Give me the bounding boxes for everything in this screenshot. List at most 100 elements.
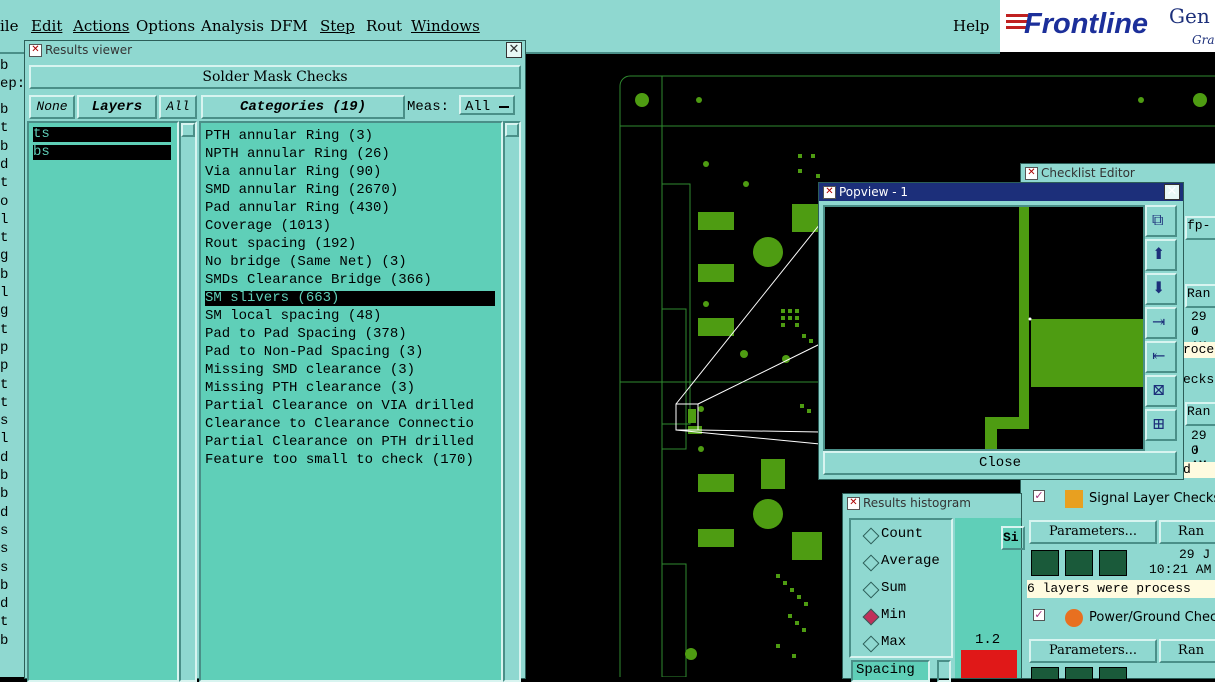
- popview-canvas[interactable]: [823, 205, 1145, 451]
- zoom-out-button[interactable]: ⊠: [1145, 375, 1177, 407]
- all-layers-button[interactable]: All: [159, 95, 197, 119]
- move-left-button[interactable]: ⇥: [1145, 307, 1177, 339]
- layer-list-item[interactable]: ts: [33, 127, 171, 142]
- popview-close-button[interactable]: Close: [823, 451, 1177, 475]
- parameters-button-1[interactable]: Parameters...: [1029, 520, 1157, 544]
- close-icon[interactable]: ✕: [1164, 184, 1180, 200]
- category-list-item[interactable]: PTH annular Ring (3): [205, 127, 373, 145]
- min-radio[interactable]: [862, 608, 880, 626]
- category-list-item[interactable]: Partial Clearance on PTH drilled: [205, 433, 474, 451]
- window-menu-icon[interactable]: ✕: [29, 44, 42, 57]
- menu-edit[interactable]: Edit: [31, 17, 62, 35]
- menu-analysis[interactable]: Analysis: [201, 17, 264, 35]
- checklist-fp-field[interactable]: fp-: [1185, 216, 1215, 240]
- histogram-bar[interactable]: [961, 650, 1017, 678]
- none-button[interactable]: None: [29, 95, 75, 119]
- scroll-up-icon[interactable]: [181, 123, 195, 137]
- histogram-tab[interactable]: Si: [1001, 526, 1025, 550]
- power-checks-checkbox[interactable]: ✓: [1033, 609, 1045, 621]
- action-run-icon[interactable]: [1031, 667, 1059, 679]
- menu-rout[interactable]: Rout: [366, 17, 402, 35]
- menu-file[interactable]: ile: [0, 17, 18, 35]
- meas-select[interactable]: All: [459, 95, 515, 115]
- action-run-icon[interactable]: [1031, 550, 1059, 576]
- category-list-item[interactable]: Feature too small to check (170): [205, 451, 474, 469]
- parameters-button-2[interactable]: Parameters...: [1029, 639, 1157, 663]
- category-list-item[interactable]: SMDs Clearance Bridge (366): [205, 271, 432, 289]
- action-run-all-icon[interactable]: [1065, 667, 1093, 679]
- solder-mask-checks-header[interactable]: Solder Mask Checks: [29, 65, 521, 89]
- zoom-fit-button[interactable]: ⧉: [1145, 205, 1177, 237]
- move-down-button[interactable]: ⬇: [1145, 273, 1177, 305]
- category-list-item[interactable]: Coverage (1013): [205, 217, 331, 235]
- popview-toolbar: ⧉ ⬆ ⬇ ⇥ ⇤ ⊠ ⊞: [1145, 205, 1177, 449]
- signal-layer-icon: [1065, 490, 1083, 508]
- menu-options[interactable]: Options: [136, 17, 195, 35]
- background-label: l: [0, 285, 9, 301]
- window-menu-icon[interactable]: ✕: [847, 497, 860, 510]
- layers-button[interactable]: Layers: [77, 95, 157, 119]
- move-right-button[interactable]: ⇤: [1145, 341, 1177, 373]
- run-button-4[interactable]: Ran: [1159, 639, 1215, 663]
- categories-button[interactable]: Categories (19): [201, 95, 405, 119]
- category-list-item[interactable]: SM local spacing (48): [205, 307, 381, 325]
- checklist-editor-titlebar[interactable]: ✕ Checklist Editor: [1021, 164, 1215, 182]
- category-list-item[interactable]: NPTH annular Ring (26): [205, 145, 390, 163]
- results-histogram-titlebar[interactable]: ✕ Results histogram: [843, 494, 1021, 512]
- category-list-item[interactable]: Pad to Non-Pad Spacing (3): [205, 343, 423, 361]
- category-list-item[interactable]: Missing PTH clearance (3): [205, 379, 415, 397]
- zoom-in-icon: ⊞: [1152, 414, 1166, 433]
- background-label: d: [0, 596, 9, 613]
- layers-scrollbar[interactable]: [179, 121, 197, 682]
- processed-status: 6 layers were process: [1027, 580, 1215, 598]
- category-list-item[interactable]: Pad annular Ring (430): [205, 199, 390, 217]
- run-button-3[interactable]: Ran: [1159, 520, 1215, 544]
- run-button-1[interactable]: Ran: [1185, 284, 1215, 308]
- categories-scrollbar[interactable]: [503, 121, 521, 682]
- menu-dfm[interactable]: DFM: [270, 17, 308, 35]
- menu-help[interactable]: Help: [953, 17, 989, 35]
- spacing-scrollbar[interactable]: [937, 660, 951, 682]
- spacing-field[interactable]: Spacing: [851, 660, 930, 682]
- category-list-item[interactable]: Missing SMD clearance (3): [205, 361, 415, 379]
- menu-step[interactable]: Step: [320, 17, 355, 35]
- run-button-2[interactable]: Ran: [1185, 402, 1215, 426]
- menu-windows[interactable]: Windows: [411, 17, 480, 35]
- window-menu-icon[interactable]: ✕: [1025, 167, 1038, 180]
- popview-zoom-svg: [985, 207, 1143, 449]
- action-stop-icon[interactable]: [1099, 667, 1127, 679]
- categories-list[interactable]: PTH annular Ring (3) NPTH annular Ring (2…: [199, 121, 503, 682]
- max-radio[interactable]: [862, 635, 880, 653]
- frontline-logo: Frontline Gen Gra: [1000, 0, 1215, 52]
- category-list-item[interactable]: Rout spacing (192): [205, 235, 356, 253]
- run-time-3: 10:21 AM: [1149, 562, 1212, 577]
- layers-list[interactable]: ts bs: [27, 121, 179, 682]
- action-run-all-icon[interactable]: [1065, 550, 1093, 576]
- window-menu-icon[interactable]: ✕: [823, 186, 836, 199]
- zoom-in-button[interactable]: ⊞: [1145, 409, 1177, 441]
- move-right-icon: ⇤: [1152, 346, 1166, 365]
- action-stop-icon[interactable]: [1099, 550, 1127, 576]
- sum-radio[interactable]: [862, 581, 880, 599]
- close-icon[interactable]: ✕: [506, 42, 522, 58]
- category-list-item[interactable]: Via annular Ring (90): [205, 163, 381, 181]
- category-list-item[interactable]: Clearance to Clearance Connectio: [205, 415, 474, 433]
- category-list-item[interactable]: Partial Clearance on VIA drilled: [205, 397, 474, 415]
- move-up-button[interactable]: ⬆: [1145, 239, 1177, 271]
- background-label: b: [0, 266, 9, 283]
- signal-checks-checkbox[interactable]: ✓: [1033, 490, 1045, 502]
- histogram-bar-value: 1.2: [975, 632, 1001, 648]
- menu-actions[interactable]: Actions: [73, 17, 129, 35]
- average-radio[interactable]: [862, 554, 880, 572]
- category-list-item[interactable]: SMD annular Ring (2670): [205, 181, 398, 199]
- scroll-up-icon[interactable]: [505, 123, 519, 137]
- results-viewer-titlebar[interactable]: ✕ Results viewer ✕: [25, 41, 525, 59]
- category-list-item[interactable]: Pad to Pad Spacing (378): [205, 325, 407, 343]
- logo-product: Gen: [1169, 4, 1210, 28]
- layer-list-item[interactable]: bs: [33, 145, 171, 160]
- category-list-item[interactable]: SM slivers (663): [205, 291, 495, 306]
- popview-titlebar[interactable]: ✕ Popview - 1 ✕: [819, 183, 1183, 201]
- category-list-item[interactable]: No bridge (Same Net) (3): [205, 253, 407, 271]
- count-radio[interactable]: [862, 527, 880, 545]
- power-ground-icon: [1065, 609, 1083, 627]
